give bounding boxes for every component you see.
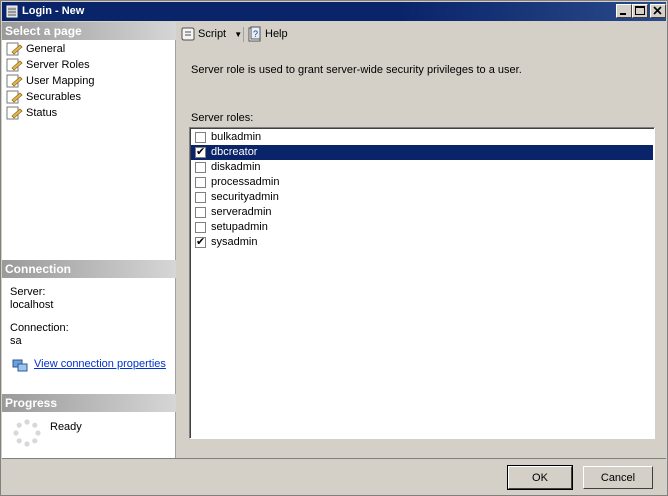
- list-item[interactable]: setupadmin: [191, 220, 653, 235]
- progress-status: Ready: [50, 421, 82, 433]
- sidebar-item-server-roles[interactable]: Server Roles: [4, 57, 174, 73]
- sidebar-item-label: Status: [26, 107, 58, 119]
- sidebar-item-user-mapping[interactable]: User Mapping: [4, 73, 174, 89]
- script-icon: [181, 27, 195, 41]
- list-item[interactable]: processadmin: [191, 175, 653, 190]
- sidebar-item-status[interactable]: Status: [4, 105, 174, 121]
- connection-value: sa: [10, 335, 22, 347]
- role-checkbox[interactable]: [195, 222, 206, 233]
- list-item[interactable]: serveradmin: [191, 205, 653, 220]
- server-roles-list[interactable]: bulkadmin ✔ dbcreator diskadmin processa…: [189, 127, 655, 439]
- cancel-button[interactable]: Cancel: [583, 466, 653, 489]
- page-wrench-icon: [6, 58, 23, 72]
- script-label: Script: [198, 28, 227, 40]
- role-checkbox[interactable]: [195, 192, 206, 203]
- svg-text:?: ?: [253, 29, 258, 39]
- help-label: Help: [265, 28, 288, 40]
- database-icon: [6, 5, 18, 18]
- server-roles-label: Server roles:: [191, 112, 254, 124]
- toolbar-separator: [243, 27, 244, 42]
- list-item[interactable]: securityadmin: [191, 190, 653, 205]
- sidebar-item-label: Securables: [26, 91, 82, 103]
- role-checkbox[interactable]: ✔: [195, 146, 206, 158]
- sidebar-item-general[interactable]: General: [4, 41, 174, 57]
- list-item[interactable]: ✔ dbcreator: [191, 145, 653, 160]
- checkmark-icon: ✔: [196, 236, 206, 248]
- sidebar-item-label: User Mapping: [26, 75, 95, 87]
- window-title: Login - New: [22, 5, 85, 17]
- role-name: diskadmin: [211, 161, 261, 173]
- role-name: sysadmin: [211, 236, 258, 248]
- role-checkbox[interactable]: ✔: [195, 236, 206, 248]
- server-value: localhost: [10, 299, 54, 311]
- role-name: setupadmin: [211, 221, 268, 233]
- role-name: dbcreator: [211, 146, 258, 158]
- role-checkbox[interactable]: [195, 177, 206, 188]
- minimize-icon: [620, 13, 626, 15]
- connection-header: Connection: [2, 260, 176, 278]
- page-wrench-icon: [6, 74, 23, 88]
- role-checkbox[interactable]: [195, 162, 206, 173]
- help-button[interactable]: ? Help: [247, 26, 297, 44]
- role-checkbox[interactable]: [195, 207, 206, 218]
- chevron-down-icon[interactable]: ▼: [234, 30, 242, 39]
- close-icon: [653, 6, 662, 15]
- left-panel: Select a page General Server Roles User …: [2, 22, 176, 458]
- sidebar-item-label: Server Roles: [26, 59, 90, 71]
- help-icon: ?: [248, 26, 261, 42]
- list-item[interactable]: ✔ sysadmin: [191, 235, 653, 250]
- sidebar-item-label: General: [26, 43, 66, 55]
- page-wrench-icon: [6, 42, 23, 56]
- title-bar[interactable]: Login - New: [2, 2, 666, 21]
- list-item[interactable]: bulkadmin: [191, 130, 653, 145]
- page-wrench-icon: [6, 90, 23, 104]
- role-name: bulkadmin: [211, 131, 262, 143]
- minimize-button[interactable]: [616, 4, 632, 18]
- role-name: securityadmin: [211, 191, 279, 203]
- progress-header: Progress: [2, 394, 176, 412]
- ok-button[interactable]: OK: [507, 465, 573, 490]
- server-label: Server:: [10, 286, 46, 298]
- page-description: Server role is used to grant server-wide…: [191, 64, 522, 76]
- maximize-icon: [635, 6, 645, 15]
- checkmark-icon: ✔: [196, 146, 206, 158]
- close-button[interactable]: [650, 4, 666, 18]
- connection-properties-icon: [12, 359, 28, 372]
- progress-spinner-icon: [13, 419, 41, 447]
- login-dialog: Login - New Select a page General Server…: [0, 0, 668, 496]
- connection-label: Connection:: [10, 322, 69, 334]
- select-page-header: Select a page: [2, 22, 176, 40]
- maximize-button[interactable]: [632, 4, 648, 18]
- page-wrench-icon: [6, 106, 23, 120]
- view-connection-properties-link[interactable]: View connection properties: [34, 358, 166, 370]
- toolbar: Script ▼ ? Help: [177, 22, 667, 48]
- sidebar-item-securables[interactable]: Securables: [4, 89, 174, 105]
- role-name: serveradmin: [211, 206, 272, 218]
- list-item[interactable]: diskadmin: [191, 160, 653, 175]
- footer-divider: [2, 458, 666, 459]
- role-checkbox[interactable]: [195, 132, 206, 143]
- role-name: processadmin: [211, 176, 280, 188]
- script-button[interactable]: Script ▼: [180, 26, 244, 44]
